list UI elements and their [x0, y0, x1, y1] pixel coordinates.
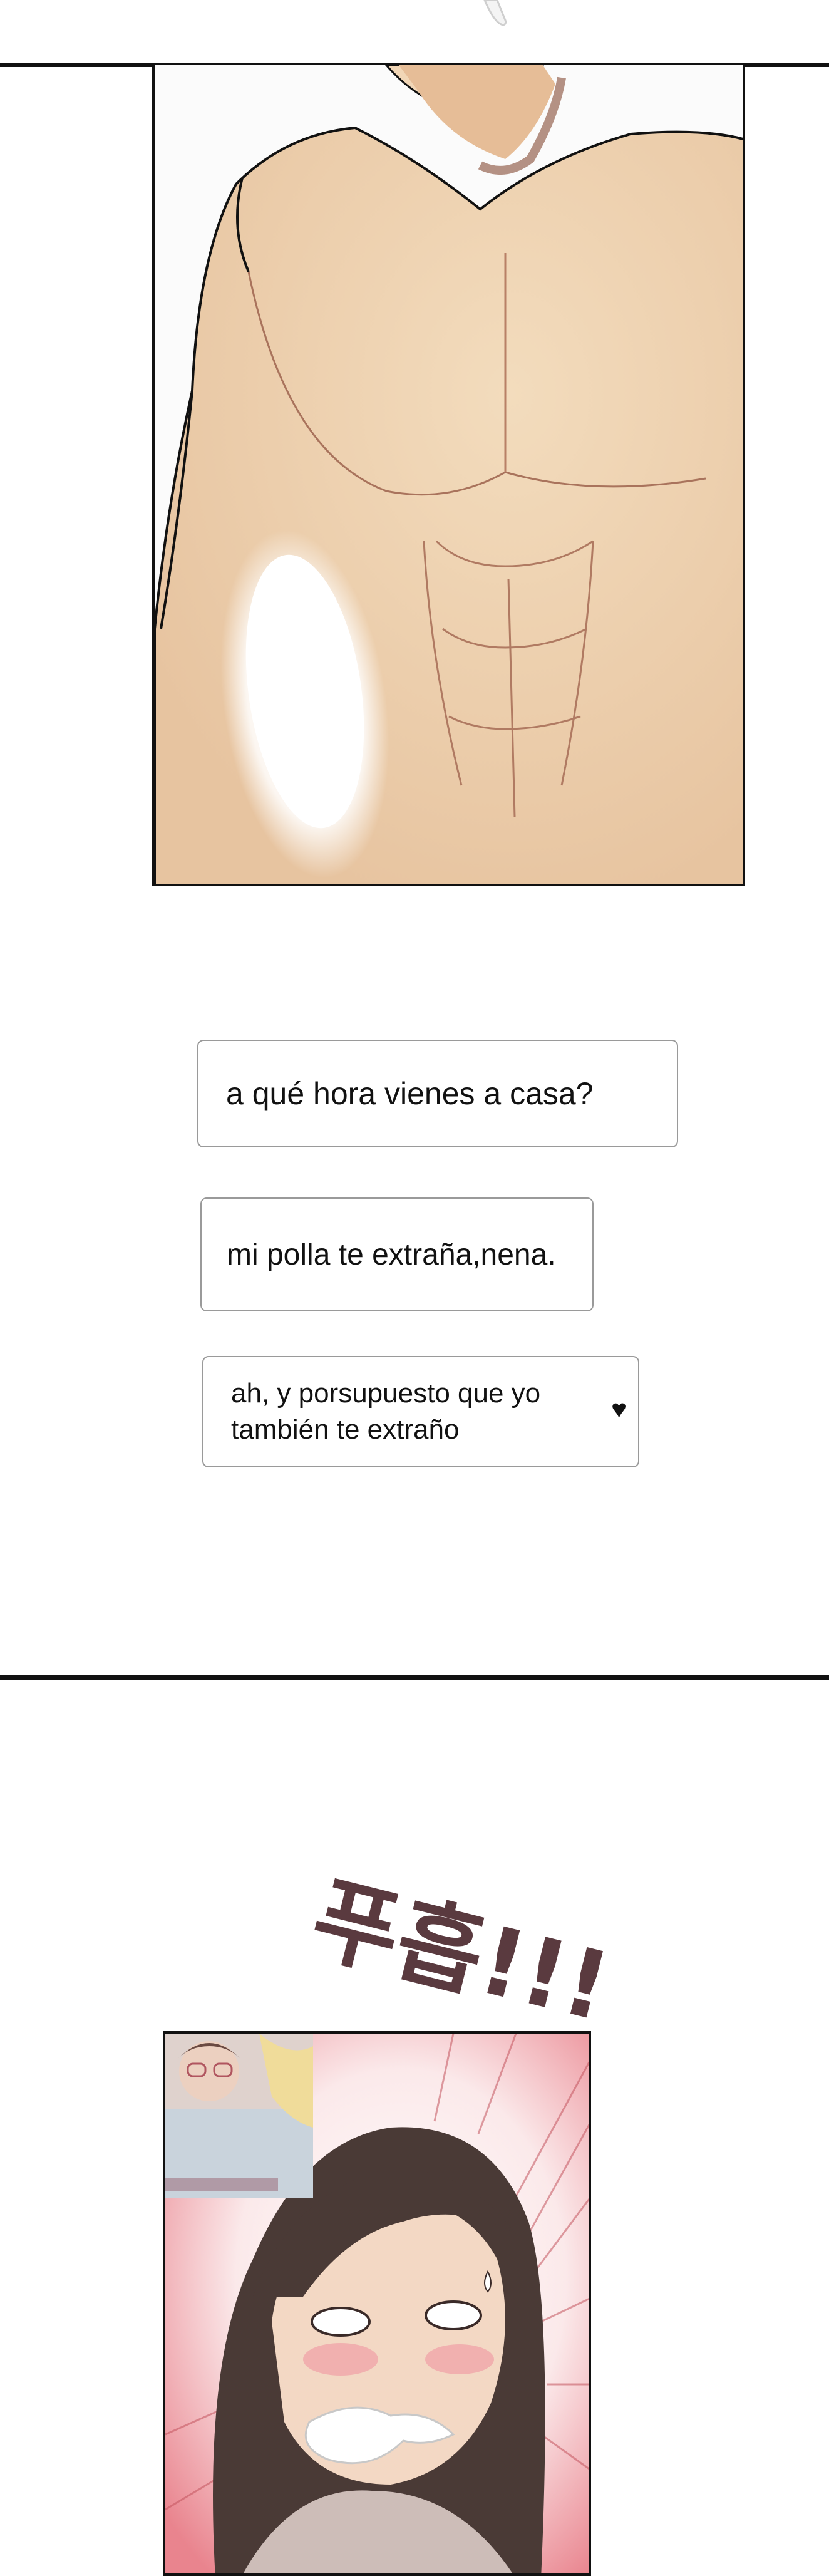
chat-message-3: ah, y porsupuesto que yo también te extr…: [202, 1356, 639, 1467]
chat-message-1: a qué hora vienes a casa?: [197, 1040, 678, 1147]
heart-icon: ♥: [611, 1394, 627, 1424]
torso-panel: [152, 63, 745, 886]
sound-effect: 푸흡!!!: [298, 1861, 623, 2046]
chat-message-2-text: mi polla te extraña,nena.: [227, 1238, 556, 1271]
chat-message-2: mi polla te extraña,nena.: [200, 1197, 594, 1311]
woman-panel: [163, 2031, 591, 2576]
chat-message-1-text: a qué hora vienes a casa?: [226, 1076, 594, 1111]
panel-divider-middle: [0, 1675, 829, 1680]
utensil-tip-art: [483, 0, 507, 26]
woman-illustration: [165, 2034, 589, 2573]
torso-illustration: [155, 65, 743, 884]
sound-effect-text: 푸흡!!!: [301, 1864, 620, 2042]
chat-message-3-text: ah, y porsupuesto que yo también te extr…: [231, 1377, 541, 1445]
